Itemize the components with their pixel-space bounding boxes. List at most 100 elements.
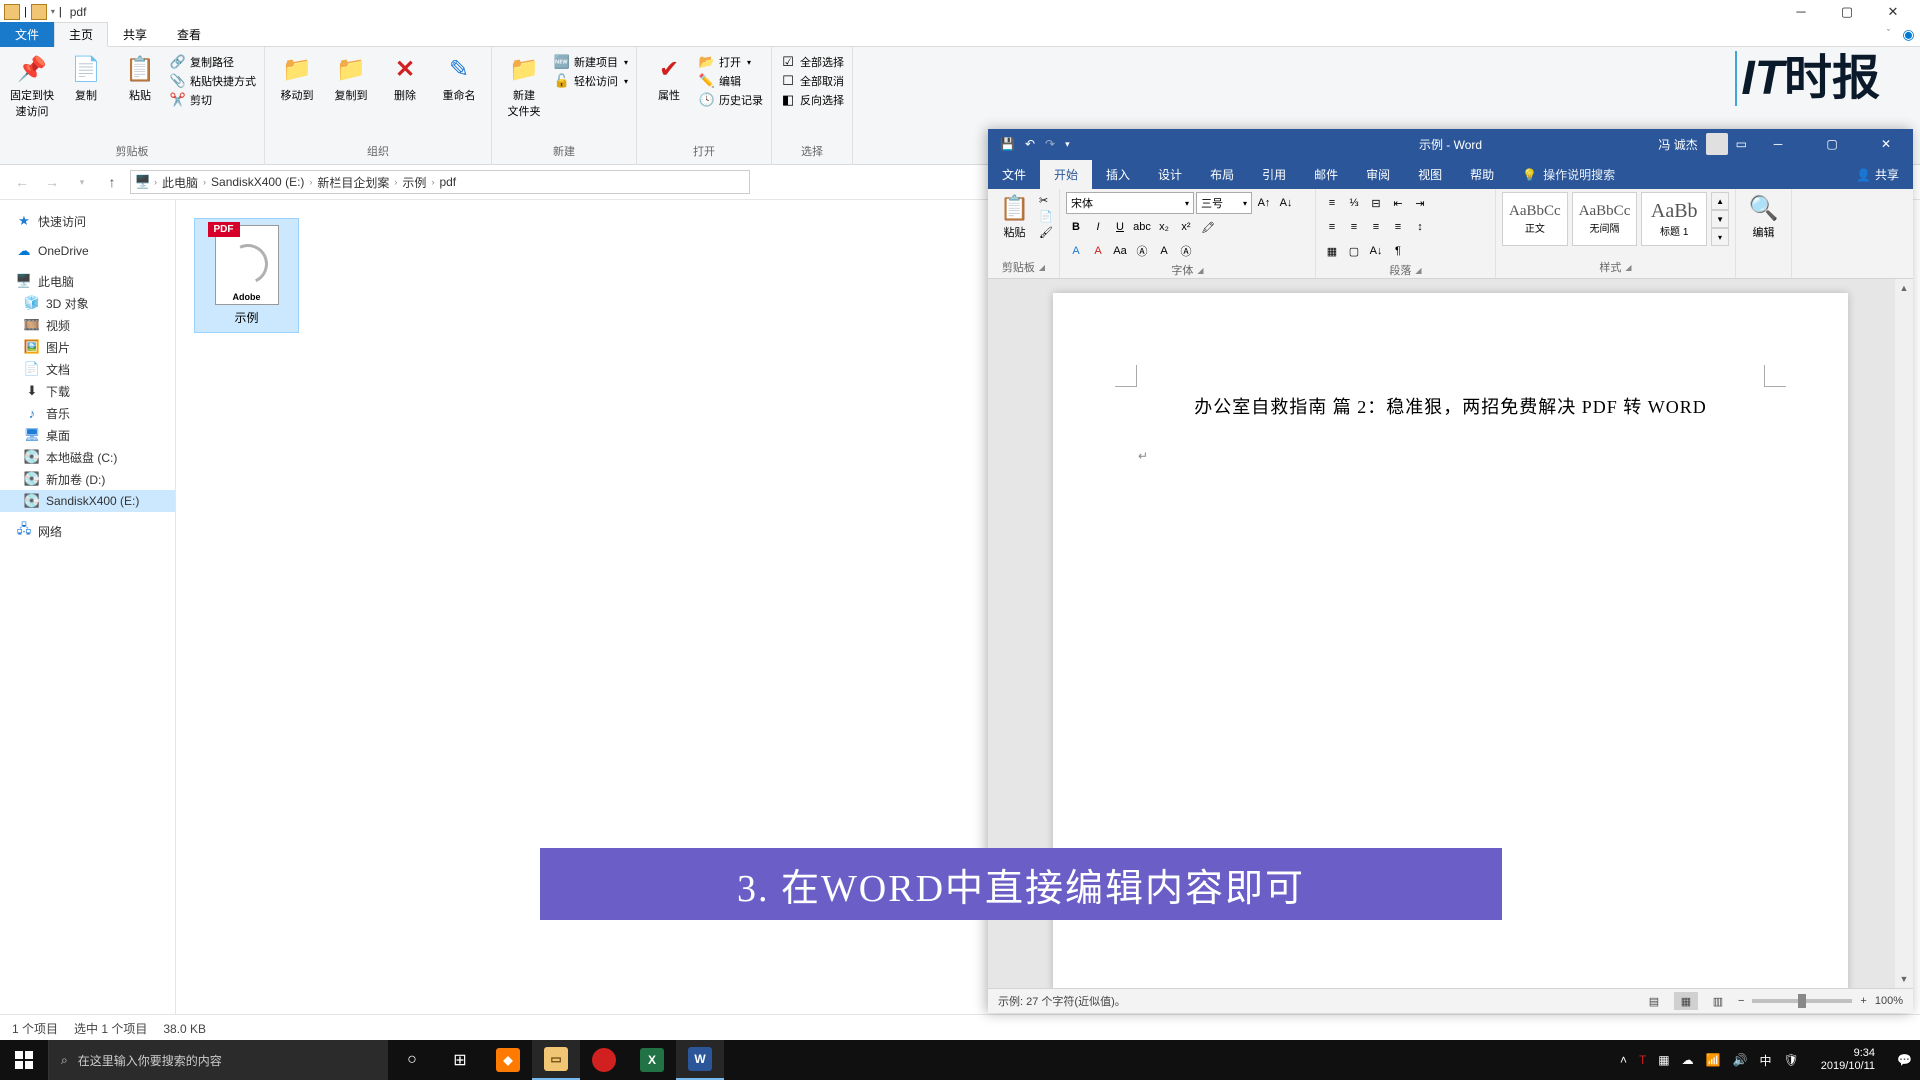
- breadcrumb[interactable]: 此电脑: [160, 174, 200, 191]
- taskbar-excel[interactable]: X: [628, 1040, 676, 1080]
- nav-this-pc[interactable]: 🖥️此电脑: [0, 270, 175, 292]
- nav-videos[interactable]: 🎞️视频: [0, 314, 175, 336]
- grow-font-icon[interactable]: A↑: [1254, 193, 1274, 213]
- redo-icon[interactable]: ↷: [1045, 137, 1055, 151]
- save-icon[interactable]: 💾: [1000, 137, 1015, 151]
- share-button[interactable]: 👤共享: [1842, 160, 1913, 189]
- paste-button[interactable]: 📋粘贴: [116, 51, 164, 103]
- address-bar[interactable]: 🖥️ › 此电脑› SandiskX400 (E:)› 新栏目企划案› 示例› …: [130, 170, 750, 194]
- word-maximize-button[interactable]: ▢: [1809, 129, 1855, 159]
- zoom-thumb[interactable]: [1798, 994, 1806, 1008]
- select-all-button[interactable]: ☑全部选择: [780, 54, 844, 70]
- style-heading1[interactable]: AaBb标题 1: [1641, 192, 1707, 246]
- help-icon[interactable]: ◉: [1897, 23, 1920, 46]
- increase-indent-button[interactable]: ⇥: [1410, 193, 1430, 213]
- word-tab-references[interactable]: 引用: [1248, 160, 1300, 189]
- ribbon-display-icon[interactable]: ▭: [1736, 137, 1747, 151]
- word-scrollbar[interactable]: ▲ ▼: [1895, 279, 1913, 988]
- pin-button[interactable]: 📌固定到快 速访问: [8, 51, 56, 119]
- highlight-button[interactable]: A: [1066, 241, 1086, 261]
- copy-to-button[interactable]: 📁复制到: [327, 51, 375, 103]
- breadcrumb[interactable]: 示例: [400, 174, 428, 191]
- line-spacing-button[interactable]: ↕: [1410, 217, 1430, 237]
- history-button[interactable]: 🕓历史记录: [699, 92, 763, 108]
- open-button[interactable]: 📂打开▾: [699, 54, 763, 70]
- avatar[interactable]: [1706, 133, 1728, 155]
- word-tab-view[interactable]: 视图: [1404, 160, 1456, 189]
- text-effects-icon[interactable]: 🖍: [1198, 217, 1218, 237]
- tab-file[interactable]: 文件: [0, 22, 54, 47]
- clear-format-icon[interactable]: Ⓐ: [1176, 241, 1196, 261]
- nav-disk-c[interactable]: 💽本地磁盘 (C:): [0, 446, 175, 468]
- align-right-button[interactable]: ≡: [1366, 217, 1386, 237]
- style-scroll-down[interactable]: ▼: [1711, 210, 1729, 228]
- nav-up-button[interactable]: ↑: [100, 170, 124, 194]
- maximize-button[interactable]: ▢: [1824, 0, 1870, 23]
- word-tab-help[interactable]: 帮助: [1456, 160, 1508, 189]
- cortana-icon[interactable]: ○: [388, 1040, 436, 1080]
- underline-button[interactable]: U: [1110, 217, 1130, 237]
- invert-selection-button[interactable]: ◧反向选择: [780, 92, 844, 108]
- editing-button[interactable]: 🔍 编辑: [1743, 192, 1785, 259]
- zoom-out-button[interactable]: −: [1738, 995, 1744, 1007]
- italic-button[interactable]: I: [1088, 217, 1108, 237]
- word-close-button[interactable]: ✕: [1863, 129, 1909, 159]
- numbering-button[interactable]: ⅓: [1344, 193, 1364, 213]
- style-normal[interactable]: AaBbCc正文: [1502, 192, 1568, 246]
- web-layout-icon[interactable]: ▥: [1706, 992, 1730, 1010]
- ribbon-collapse-icon[interactable]: ˇ: [1880, 24, 1897, 47]
- delete-button[interactable]: ✕删除: [381, 51, 429, 103]
- new-folder-button[interactable]: 📁新建 文件夹: [500, 51, 548, 119]
- style-expand[interactable]: ▾: [1711, 228, 1729, 246]
- breadcrumb[interactable]: SandiskX400 (E:): [209, 175, 306, 189]
- nav-network[interactable]: 🖧网络: [0, 520, 175, 542]
- shading-button[interactable]: ▦: [1322, 241, 1342, 261]
- word-minimize-button[interactable]: ─: [1755, 129, 1801, 159]
- dialog-launcher-icon[interactable]: ◢: [1625, 263, 1631, 272]
- qat-dropdown-icon[interactable]: ▾: [1065, 139, 1070, 150]
- scroll-down-icon[interactable]: ▼: [1895, 970, 1913, 988]
- font-color-button[interactable]: A: [1088, 241, 1108, 261]
- nav-disk-d[interactable]: 💽新加卷 (D:): [0, 468, 175, 490]
- char-border-icon[interactable]: A: [1154, 241, 1174, 261]
- word-tab-file[interactable]: 文件: [988, 160, 1040, 189]
- action-center-icon[interactable]: 💬: [1897, 1053, 1912, 1067]
- word-tab-insert[interactable]: 插入: [1092, 160, 1144, 189]
- scroll-up-icon[interactable]: ▲: [1895, 279, 1913, 297]
- nav-3d-objects[interactable]: 🧊3D 对象: [0, 292, 175, 314]
- tray-app-icon[interactable]: ▦: [1658, 1053, 1669, 1067]
- zoom-level[interactable]: 100%: [1875, 995, 1903, 1007]
- select-none-button[interactable]: ☐全部取消: [780, 73, 844, 89]
- rename-button[interactable]: ✎重命名: [435, 51, 483, 103]
- show-marks-button[interactable]: ¶: [1388, 241, 1408, 261]
- close-button[interactable]: ✕: [1870, 0, 1916, 23]
- style-no-spacing[interactable]: AaBbCc无间隔: [1572, 192, 1638, 246]
- breadcrumb[interactable]: pdf: [437, 175, 458, 189]
- nav-back-button[interactable]: ←: [10, 170, 34, 194]
- print-layout-icon[interactable]: ▦: [1674, 992, 1698, 1010]
- zoom-in-button[interactable]: +: [1860, 995, 1866, 1007]
- format-painter-icon[interactable]: 🖌: [1039, 226, 1053, 239]
- word-tab-mailings[interactable]: 邮件: [1300, 160, 1352, 189]
- nav-desktop[interactable]: 🖥桌面: [0, 424, 175, 446]
- cut-button[interactable]: ✂️剪切: [170, 92, 256, 108]
- nav-downloads[interactable]: ⬇下载: [0, 380, 175, 402]
- subscript-button[interactable]: x₂: [1154, 217, 1174, 237]
- tell-me-search[interactable]: 💡操作说明搜索: [1508, 160, 1629, 189]
- breadcrumb[interactable]: 新栏目企划案: [315, 174, 391, 191]
- paste-button[interactable]: 📋 粘贴: [994, 192, 1035, 259]
- nav-disk-e[interactable]: 💽SandiskX400 (E:): [0, 490, 175, 512]
- taskbar-word[interactable]: W: [676, 1040, 724, 1080]
- nav-pictures[interactable]: 🖼️图片: [0, 336, 175, 358]
- nav-quick-access[interactable]: ★快速访问: [0, 210, 175, 232]
- taskbar-clock[interactable]: 9:34 2019/10/11: [1811, 1047, 1885, 1073]
- move-to-button[interactable]: 📁移动到: [273, 51, 321, 103]
- taskbar-app-1[interactable]: ◆: [484, 1040, 532, 1080]
- cut-icon[interactable]: ✂: [1039, 194, 1053, 207]
- nav-onedrive[interactable]: ☁OneDrive: [0, 240, 175, 262]
- qat-dropdown-icon[interactable]: ▾: [51, 7, 55, 16]
- nav-forward-button[interactable]: →: [40, 170, 64, 194]
- tray-chevron-icon[interactable]: ˄: [1620, 1053, 1627, 1067]
- sort-button[interactable]: A↓: [1366, 241, 1386, 261]
- nav-music[interactable]: ♪音乐: [0, 402, 175, 424]
